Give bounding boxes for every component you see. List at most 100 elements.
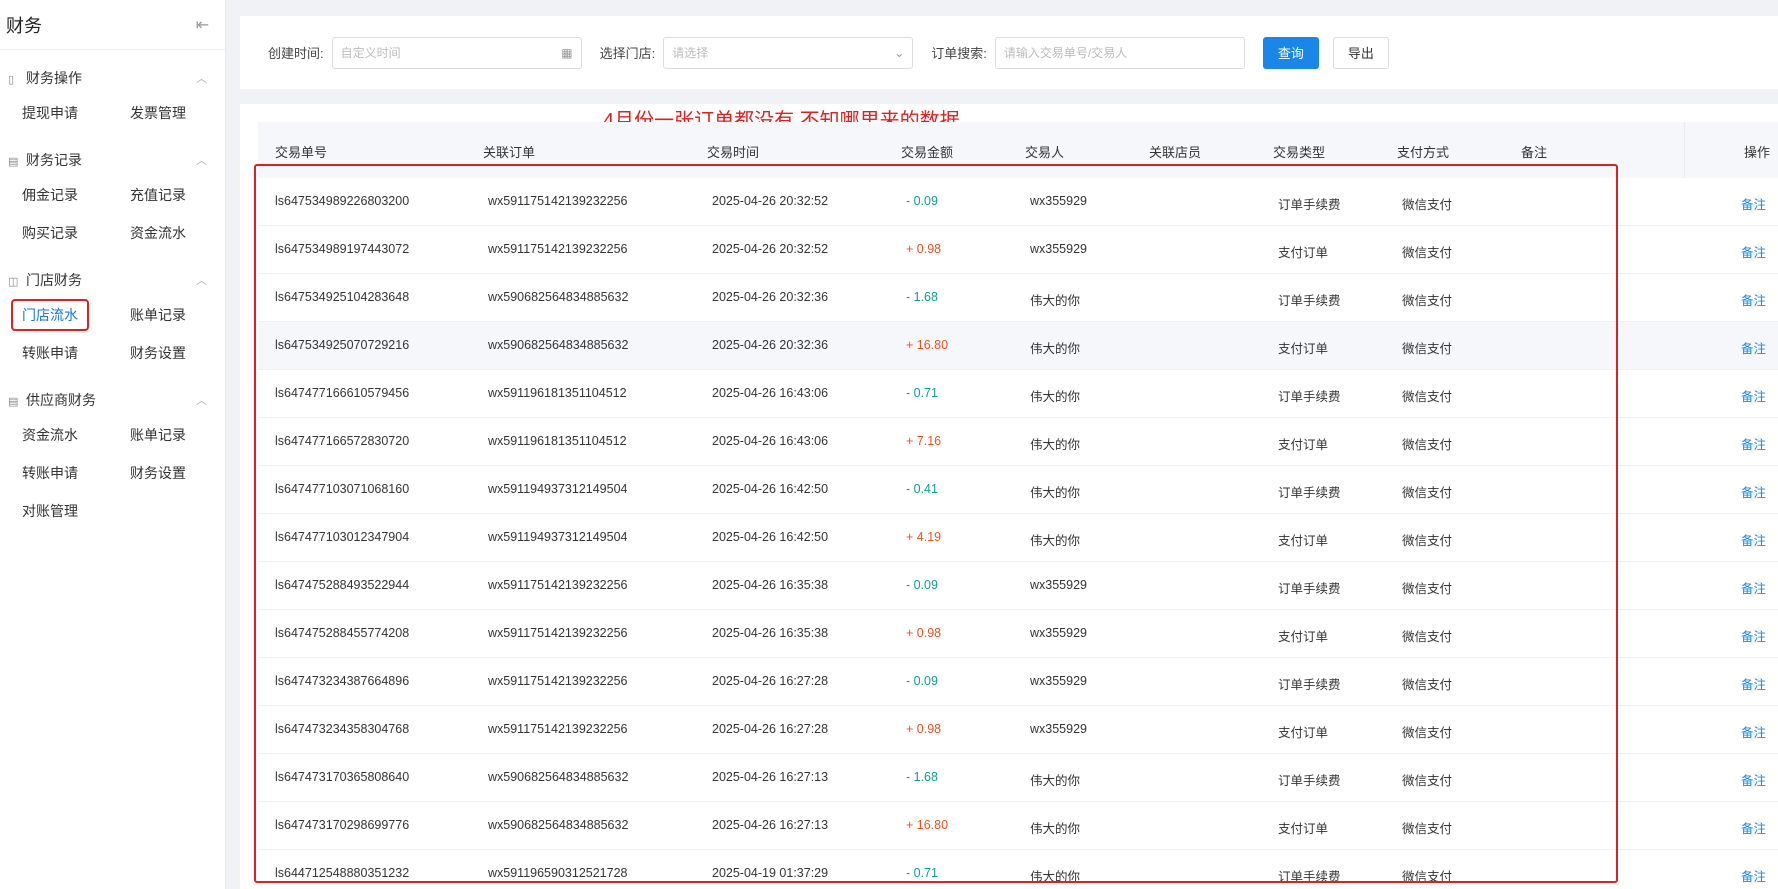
cell-trade-no: ls647473234387664896 bbox=[275, 674, 410, 688]
cell-trade-no: ls647477103071068160 bbox=[275, 482, 410, 496]
date-range-picker[interactable]: 自定义时间 ▦ bbox=[331, 36, 582, 69]
remark-link[interactable]: 备注 bbox=[1741, 674, 1766, 693]
sidebar-group-header[interactable]: ▤ 供应商财务 ︿ bbox=[0, 384, 225, 416]
cell-order: wx591175142139232256 bbox=[488, 194, 628, 208]
document-icon: ▯ bbox=[8, 74, 15, 86]
sidebar-item-label: 充值记录 bbox=[130, 187, 186, 203]
col-header-clerk: 关联店员 bbox=[1149, 145, 1202, 160]
cell-person: 伟大的你 bbox=[1030, 390, 1081, 404]
remark-link[interactable]: 备注 bbox=[1741, 242, 1766, 261]
remark-link[interactable]: 备注 bbox=[1741, 530, 1766, 549]
remark-link[interactable]: 备注 bbox=[1741, 194, 1766, 213]
sidebar-item-store-flow[interactable]: 门店流水 bbox=[11, 296, 130, 334]
remark-link[interactable]: 备注 bbox=[1741, 386, 1766, 405]
remark-link[interactable]: 备注 bbox=[1741, 482, 1766, 501]
list-icon: ▤ bbox=[8, 156, 19, 168]
sidebar-item-commission[interactable]: 佣金记录 bbox=[22, 176, 130, 214]
remark-link[interactable]: 备注 bbox=[1741, 434, 1766, 453]
cell-person: wx355929 bbox=[1030, 194, 1087, 208]
remark-link[interactable]: 备注 bbox=[1741, 866, 1766, 885]
cell-pay: 微信支付 bbox=[1402, 438, 1453, 452]
cell-time: 2025-04-26 16:27:13 bbox=[712, 818, 829, 832]
sidebar-item-reconciliation[interactable]: 对账管理 bbox=[22, 492, 130, 530]
query-button[interactable]: 查询 bbox=[1262, 36, 1319, 69]
table-row: ls647473234387664896 wx591175142139232256… bbox=[258, 658, 1778, 706]
cell-amount: - 0.41 bbox=[906, 482, 938, 496]
cell-order: wx591175142139232256 bbox=[488, 674, 628, 688]
cell-trade-no: ls647534989226803200 bbox=[275, 194, 410, 208]
cell-trade-no: ls647477166610579456 bbox=[275, 386, 410, 400]
sidebar-item-supplier-settings[interactable]: 财务设置 bbox=[130, 454, 230, 492]
group-label: 供应商财务 bbox=[26, 392, 96, 408]
sidebar-item-supplier-transfer[interactable]: 转账申请 bbox=[22, 454, 130, 492]
cell-pay: 微信支付 bbox=[1402, 870, 1453, 884]
cell-amount: - 0.71 bbox=[906, 386, 938, 400]
remark-link[interactable]: 备注 bbox=[1741, 290, 1766, 309]
sidebar-item-finance-settings[interactable]: 财务设置 bbox=[130, 334, 230, 372]
sidebar-item-fund-flow[interactable]: 资金流水 bbox=[130, 214, 230, 252]
sidebar-item-label: 对账管理 bbox=[22, 503, 78, 519]
cell-trade-no: ls647473170365808640 bbox=[275, 770, 410, 784]
chevron-up-icon: ︿ bbox=[196, 395, 207, 407]
sidebar-item-label: 门店流水 bbox=[11, 299, 89, 331]
cell-trade-no: ls647473170298699776 bbox=[275, 818, 410, 832]
cell-type: 订单手续费 bbox=[1278, 198, 1341, 212]
sidebar-item-bill-records[interactable]: 账单记录 bbox=[130, 296, 230, 334]
remark-link[interactable]: 备注 bbox=[1741, 722, 1766, 741]
sidebar-item-transfer[interactable]: 转账申请 bbox=[22, 334, 130, 372]
cell-trade-no: ls647477103012347904 bbox=[275, 530, 410, 544]
cell-time: 2025-04-26 16:35:38 bbox=[712, 578, 829, 592]
cell-pay: 微信支付 bbox=[1402, 486, 1453, 500]
table-row: ls647477166610579456 wx591196181351104512… bbox=[258, 370, 1778, 418]
cell-type: 支付订单 bbox=[1278, 438, 1329, 452]
export-button[interactable]: 导出 bbox=[1332, 36, 1389, 69]
table-row: ls647477103071068160 wx591194937312149504… bbox=[258, 466, 1778, 514]
sidebar-item-label: 资金流水 bbox=[130, 225, 186, 241]
remark-link[interactable]: 备注 bbox=[1741, 578, 1766, 597]
sidebar-item-supplier-fund-flow[interactable]: 资金流水 bbox=[22, 416, 130, 454]
sidebar-item-purchase[interactable]: 购买记录 bbox=[22, 214, 130, 252]
cell-amount: - 0.09 bbox=[906, 578, 938, 592]
sidebar-group-finance-records: ▤ 财务记录 ︿ 佣金记录 充值记录 购买记录 资金流水 bbox=[0, 132, 225, 252]
list-icon: ▤ bbox=[8, 396, 19, 408]
store-placeholder: 请选择 bbox=[672, 46, 709, 60]
cell-order: wx590682564834885632 bbox=[488, 770, 629, 784]
cell-order: wx590682564834885632 bbox=[488, 338, 629, 352]
cell-amount: + 16.80 bbox=[906, 818, 949, 832]
sidebar-item-supplier-bills[interactable]: 账单记录 bbox=[130, 416, 230, 454]
chevron-down-icon: ⌄ bbox=[894, 45, 905, 60]
collapse-sidebar-icon[interactable]: ⇤ bbox=[196, 15, 209, 35]
cell-order: wx591175142139232256 bbox=[488, 626, 628, 640]
cell-trade-no: ls647534925104283648 bbox=[275, 290, 410, 304]
cell-trade-no: ls647473234358304768 bbox=[275, 722, 410, 736]
cell-amount: - 0.71 bbox=[906, 866, 938, 880]
remark-link[interactable]: 备注 bbox=[1741, 818, 1766, 837]
sidebar-item-invoice[interactable]: 发票管理 bbox=[130, 94, 230, 132]
sidebar-group-header[interactable]: ▯ 财务操作 ︿ bbox=[0, 62, 225, 94]
sidebar-group-header[interactable]: ▤ 财务记录 ︿ bbox=[0, 144, 225, 176]
cell-person: wx355929 bbox=[1030, 722, 1087, 736]
table-row: ls647534989226803200 wx591175142139232256… bbox=[258, 178, 1778, 226]
cell-person: 伟大的你 bbox=[1030, 486, 1081, 500]
sidebar-group-header[interactable]: ◫ 门店财务 ︿ bbox=[0, 264, 225, 296]
cell-amount: + 4.19 bbox=[906, 530, 942, 544]
col-header-op: 操作 bbox=[1744, 145, 1771, 160]
sidebar-item-recharge[interactable]: 充值记录 bbox=[130, 176, 230, 214]
cell-person: wx355929 bbox=[1030, 578, 1087, 592]
sidebar-item-withdraw[interactable]: 提现申请 bbox=[22, 94, 130, 132]
cell-order: wx591175142139232256 bbox=[488, 722, 628, 736]
cell-type: 订单手续费 bbox=[1278, 390, 1341, 404]
chevron-up-icon: ︿ bbox=[196, 275, 207, 287]
sidebar-item-label: 佣金记录 bbox=[22, 187, 78, 203]
cell-person: 伟大的你 bbox=[1030, 294, 1081, 308]
remark-link[interactable]: 备注 bbox=[1741, 626, 1766, 645]
cell-type: 支付订单 bbox=[1278, 246, 1329, 260]
created-time-label: 创建时间: bbox=[268, 46, 324, 61]
cell-time: 2025-04-26 16:35:38 bbox=[712, 626, 829, 640]
order-search-input[interactable]: 请输入交易单号/交易人 bbox=[994, 36, 1245, 69]
remark-link[interactable]: 备注 bbox=[1741, 338, 1766, 357]
remark-link[interactable]: 备注 bbox=[1741, 770, 1766, 789]
cell-type: 支付订单 bbox=[1278, 726, 1329, 740]
store-select[interactable]: 请选择 ⌄ bbox=[663, 36, 914, 69]
table-row: ls647477103012347904 wx591194937312149504… bbox=[258, 514, 1778, 562]
